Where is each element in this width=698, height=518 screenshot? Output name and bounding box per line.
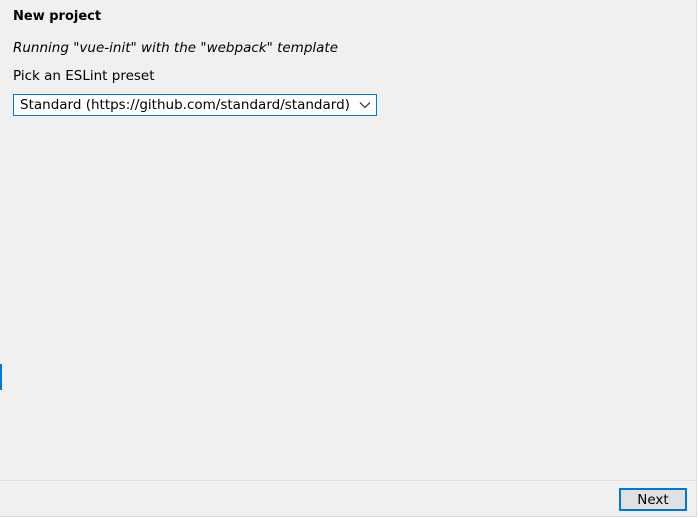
- eslint-preset-selected-value: Standard (https://github.com/standard/st…: [20, 97, 350, 113]
- new-project-dialog: New project Running "vue-init" with the …: [0, 0, 697, 517]
- template-subtitle: Running "vue-init" with the "webpack" te…: [13, 40, 339, 56]
- left-edge-indicator: [0, 364, 2, 390]
- dialog-footer: Next: [0, 481, 696, 516]
- eslint-preset-label: Pick an ESLint preset: [13, 68, 155, 84]
- dialog-title: New project: [13, 9, 102, 24]
- chevron-down-icon: [359, 102, 371, 109]
- next-button[interactable]: Next: [619, 488, 687, 511]
- eslint-preset-select[interactable]: Standard (https://github.com/standard/st…: [13, 94, 377, 116]
